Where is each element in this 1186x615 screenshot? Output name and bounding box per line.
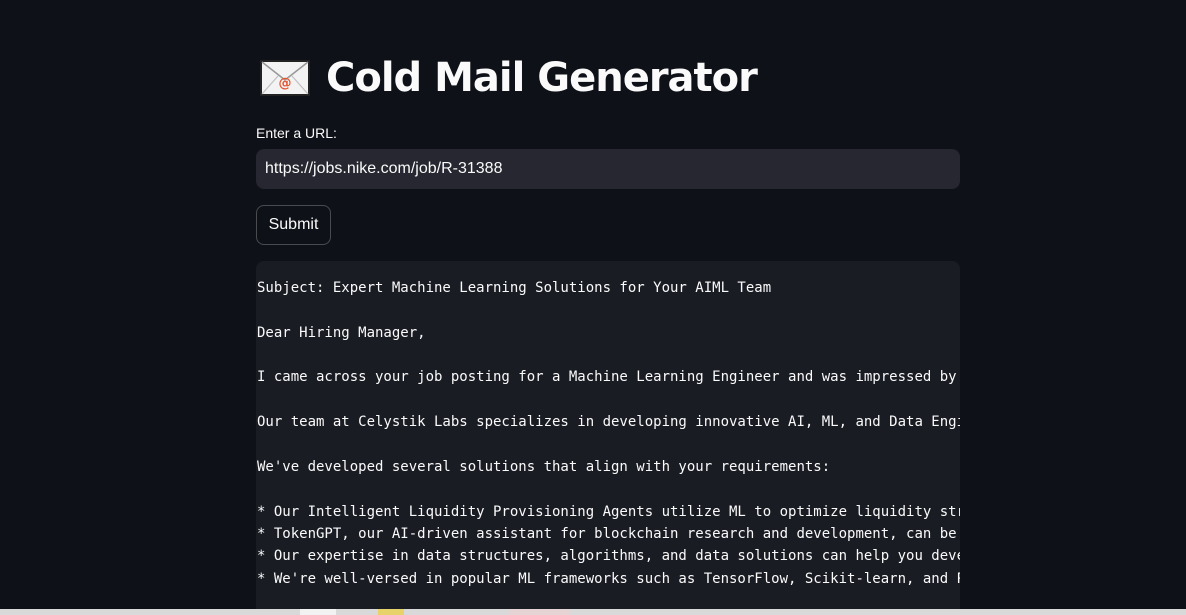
taskbar-strip <box>0 609 1186 615</box>
taskbar-segment <box>300 609 336 615</box>
svg-text:@: @ <box>279 76 292 91</box>
envelope-icon: @ <box>260 60 310 96</box>
email-paragraph: Our team at Celystik Labs specializes in… <box>257 414 960 430</box>
email-greeting: Dear Hiring Manager, <box>257 325 426 341</box>
email-bullet: * Our expertise in data structures, algo… <box>257 548 960 564</box>
submit-button[interactable]: Submit <box>256 205 331 245</box>
url-label: Enter a URL: <box>256 125 337 141</box>
page-title: Cold Mail Generator <box>326 55 758 101</box>
email-subject: Subject: Expert Machine Learning Solutio… <box>257 280 772 296</box>
url-input[interactable] <box>256 149 960 189</box>
email-bullet: * TokenGPT, our AI-driven assistant for … <box>257 526 957 542</box>
email-output: Subject: Expert Machine Learning Solutio… <box>256 261 960 615</box>
title-row: @ Cold Mail Generator <box>256 48 758 108</box>
taskbar-segment <box>378 609 404 615</box>
email-bullet: * We're well-versed in popular ML framew… <box>257 571 960 587</box>
email-paragraph: We've developed several solutions that a… <box>257 459 831 475</box>
email-bullet: * Our Intelligent Liquidity Provisioning… <box>257 504 960 520</box>
email-paragraph: I came across your job posting for a Mac… <box>257 369 957 385</box>
taskbar-segment <box>510 609 570 615</box>
